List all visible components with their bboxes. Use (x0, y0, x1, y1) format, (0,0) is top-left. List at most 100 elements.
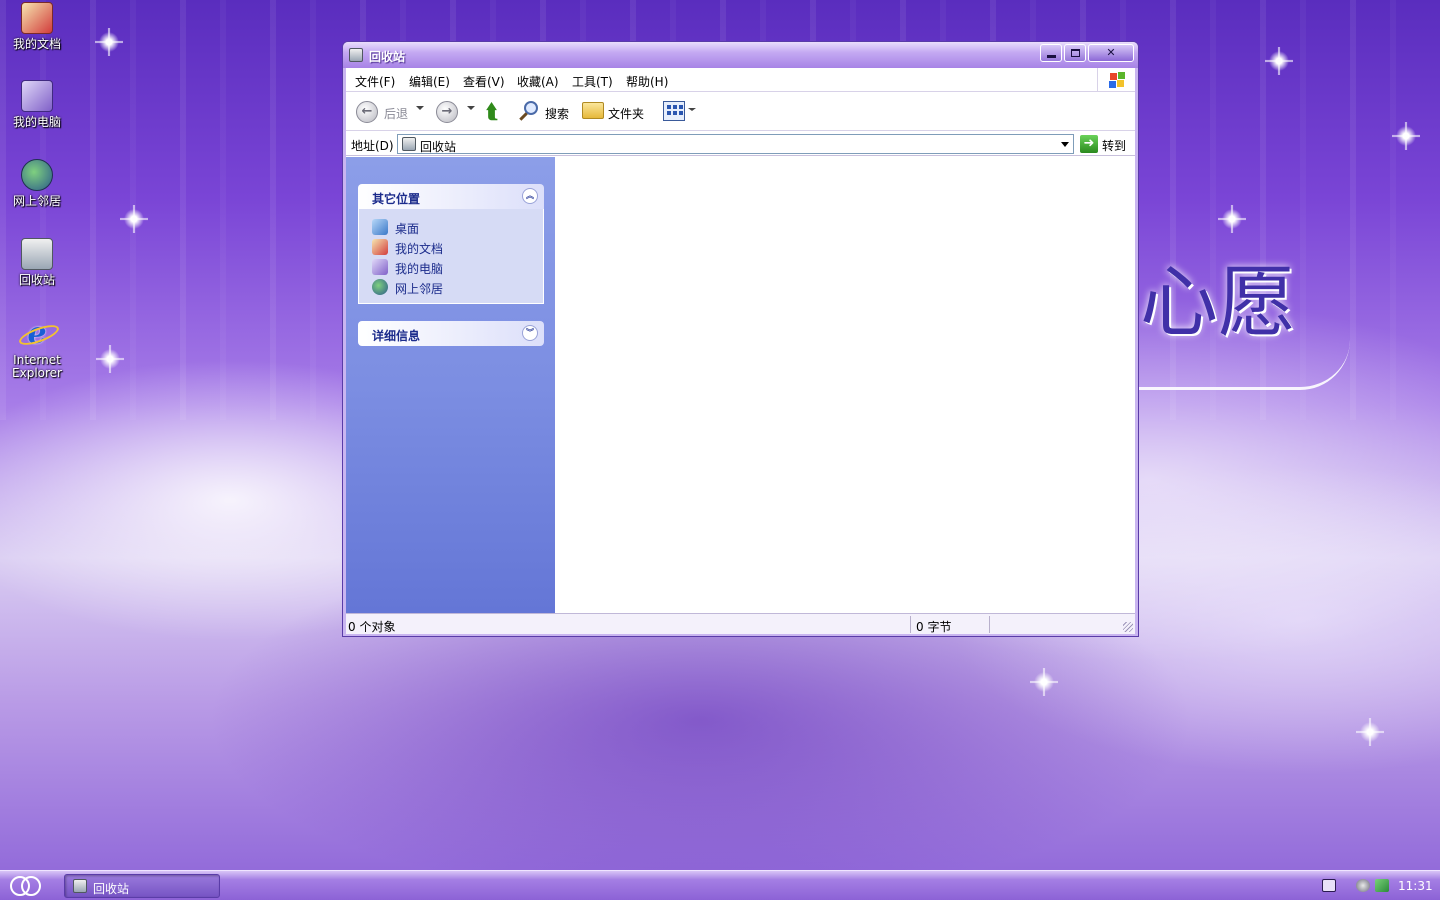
close-button[interactable]: ✕ (1088, 44, 1134, 62)
panel-details: 详细信息 ︾ (358, 321, 544, 346)
place-link-label: 网上邻居 (395, 282, 444, 296)
desktop-icon-label: 我的文档 (12, 37, 61, 51)
my-documents-icon (21, 2, 53, 34)
sparkle-decoration (1265, 47, 1293, 75)
go-arrow-icon[interactable]: ➜ (1080, 135, 1098, 153)
windows-logo-icon (1097, 68, 1135, 92)
menu-favorites[interactable]: 收藏(A) (517, 73, 559, 90)
resize-grip-icon[interactable] (1123, 622, 1133, 632)
taskbar-clock[interactable]: 11:31 (1398, 879, 1433, 893)
place-link-label: 我的电脑 (395, 262, 444, 276)
recycle-bin-icon (402, 137, 416, 151)
back-dropdown-icon[interactable] (416, 106, 424, 110)
address-value: 回收站 (420, 140, 457, 154)
place-link-label: 我的文档 (395, 242, 444, 256)
desktop-icon-network-places[interactable]: 网上邻居 (0, 159, 74, 208)
desktop-icon-label: 回收站 (18, 273, 55, 287)
network-status-icon[interactable] (1375, 879, 1389, 892)
collapse-chevron-icon[interactable]: ︽ (522, 188, 538, 204)
sparkle-decoration (1218, 205, 1246, 233)
recycle-bin-window: 回收站 ✕ 文件(F) 编辑(E) 查看(V) 收藏(A) 工具(T) 帮助(H… (342, 41, 1139, 637)
status-size: 0 字节 (916, 620, 952, 634)
panel-other-places-body: 桌面 我的文档 我的电脑 网上邻居 (358, 209, 544, 304)
sparkle-decoration (1356, 718, 1384, 746)
minimize-button[interactable] (1040, 44, 1062, 62)
search-icon[interactable] (518, 100, 540, 122)
maximize-button[interactable] (1064, 44, 1086, 62)
panel-details-header[interactable]: 详细信息 ︾ (358, 321, 544, 346)
place-link-label: 桌面 (395, 222, 420, 236)
start-button[interactable] (8, 874, 44, 898)
recycle-bin-icon (21, 238, 53, 270)
maximize-icon (1071, 49, 1080, 57)
back-arrow-icon[interactable]: ← (356, 101, 378, 123)
desktop-icon-my-computer[interactable]: 我的电脑 (0, 80, 74, 129)
my-documents-icon (372, 239, 388, 255)
views-dropdown-icon[interactable] (688, 108, 696, 111)
window-body: 文件(F) 编辑(E) 查看(V) 收藏(A) 工具(T) 帮助(H) ← 后退… (346, 68, 1135, 634)
chevron-down-icon[interactable] (1061, 142, 1069, 147)
up-folder-icon[interactable]: ⮬ (486, 100, 506, 124)
status-object-count: 0 个对象 (348, 620, 396, 634)
desktop-icon-recycle-bin[interactable]: 回收站 (0, 238, 74, 287)
folders-icon[interactable] (582, 102, 604, 119)
panel-title: 详细信息 (372, 329, 421, 343)
place-link-my-documents[interactable]: 我的文档 (359, 237, 543, 257)
network-places-icon (372, 279, 388, 295)
window-title: 回收站 (369, 50, 406, 64)
sparkle-decoration (1030, 668, 1058, 696)
window-titlebar[interactable]: 回收站 ✕ (343, 42, 1138, 68)
address-input[interactable]: 回收站 (397, 134, 1074, 154)
desktop-icon-label: 网上邻居 (12, 194, 61, 208)
sparkle-decoration (1392, 122, 1420, 150)
folders-button-label[interactable]: 文件夹 (608, 105, 644, 127)
expand-chevron-icon[interactable]: ︾ (522, 325, 538, 341)
keyboard-icon[interactable] (1322, 879, 1336, 892)
recycle-bin-icon (349, 48, 363, 62)
place-link-my-computer[interactable]: 我的电脑 (359, 257, 543, 277)
internet-explorer-icon: e (21, 318, 53, 350)
task-pane: 其它位置 ︽ 桌面 我的文档 我的电脑 网上邻居 详细信息 ︾ (346, 157, 555, 613)
menu-tools[interactable]: 工具(T) (572, 73, 613, 90)
panel-title: 其它位置 (372, 192, 421, 206)
status-bar: 0 个对象 0 字节 (346, 613, 1135, 634)
status-divider (910, 616, 911, 633)
my-computer-icon (21, 80, 53, 112)
menu-view[interactable]: 查看(V) (463, 73, 505, 90)
desktop-icon-label: 我的电脑 (12, 115, 61, 129)
forward-dropdown-icon[interactable] (467, 106, 475, 110)
go-button-label[interactable]: 转到 (1102, 137, 1126, 154)
network-places-icon (21, 159, 53, 191)
place-link-desktop[interactable]: 桌面 (359, 217, 543, 237)
taskbar: 回收站 11:31 (0, 870, 1440, 900)
sparkle-decoration (96, 345, 124, 373)
menu-bar: 文件(F) 编辑(E) 查看(V) 收藏(A) 工具(T) 帮助(H) (346, 68, 1135, 92)
sparkle-decoration (120, 205, 148, 233)
minimize-icon (1047, 55, 1056, 58)
wallpaper-swirl (1130, 340, 1350, 390)
file-list-area[interactable] (555, 157, 1135, 613)
desktop-icon-my-documents[interactable]: 我的文档 (0, 2, 74, 51)
desktop-icon-label: Explorer (12, 366, 62, 380)
menu-help[interactable]: 帮助(H) (626, 73, 668, 90)
search-button-label[interactable]: 搜索 (545, 105, 569, 127)
taskbar-item-label: 回收站 (93, 882, 130, 896)
back-button-label[interactable]: 后退 (384, 105, 408, 127)
address-label: 地址(D) (351, 139, 394, 153)
menu-file[interactable]: 文件(F) (355, 73, 395, 90)
forward-arrow-icon[interactable]: → (436, 101, 458, 123)
start-orb-icon (21, 876, 41, 896)
standard-toolbar: ← 后退 → ⮬ 搜索 文件夹 (346, 93, 1135, 131)
panel-other-places-header[interactable]: 其它位置 ︽ (358, 184, 544, 209)
taskbar-item-recycle-bin[interactable]: 回收站 (64, 874, 220, 898)
recycle-bin-icon (73, 879, 87, 893)
place-link-network-places[interactable]: 网上邻居 (359, 277, 543, 297)
desktop-icon-internet-explorer[interactable]: e Internet Explorer (0, 318, 74, 380)
my-computer-icon (372, 259, 388, 275)
close-icon: ✕ (1106, 46, 1116, 59)
views-icon[interactable] (663, 101, 685, 121)
panel-other-places: 其它位置 ︽ 桌面 我的文档 我的电脑 网上邻居 (358, 184, 544, 304)
status-divider (989, 616, 990, 633)
menu-edit[interactable]: 编辑(E) (409, 73, 450, 90)
speaker-icon[interactable] (1356, 879, 1370, 892)
